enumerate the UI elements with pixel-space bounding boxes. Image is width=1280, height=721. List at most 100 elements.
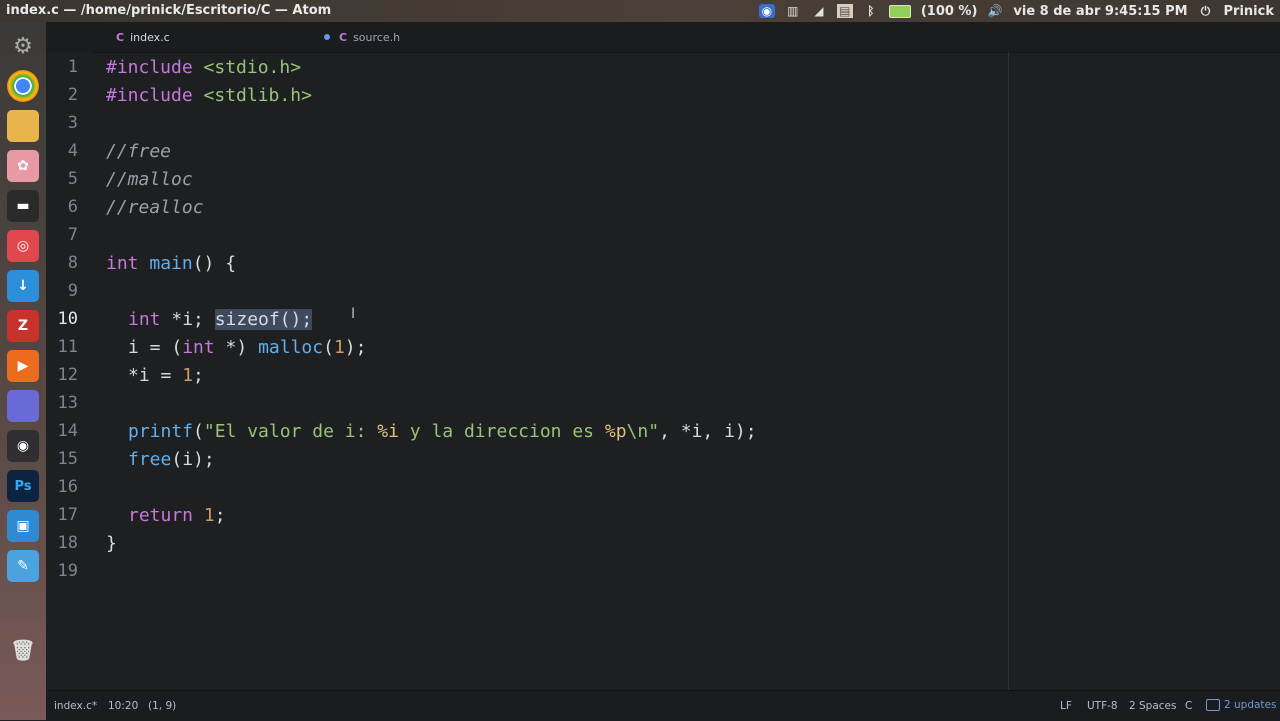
filezilla-icon[interactable]: Z — [7, 310, 39, 342]
code-line-15[interactable]: free(i); — [128, 446, 215, 474]
code-line-2[interactable]: #include <stdlib.h> — [106, 82, 312, 110]
token: (i); — [171, 449, 215, 470]
status-encoding[interactable]: UTF-8 — [1087, 700, 1118, 712]
c-file-icon: C — [116, 30, 125, 44]
token: , *i, i); — [659, 421, 757, 442]
tab-index-c[interactable]: C index.c — [116, 22, 330, 52]
token: int — [128, 309, 161, 330]
bluetooth-icon[interactable]: ᛒ — [863, 4, 879, 18]
token: () { — [192, 253, 237, 274]
ubuntu-store-icon[interactable]: ◎ — [7, 230, 39, 262]
token: i = ( — [128, 337, 183, 358]
status-indentation[interactable]: 2 Spaces — [1129, 700, 1177, 712]
photoshop-icon[interactable]: Ps — [7, 470, 39, 502]
files-icon[interactable] — [7, 110, 39, 142]
line-number: 8 — [67, 253, 78, 273]
c-file-icon: C — [339, 30, 348, 44]
window-icon[interactable]: ▤ — [836, 4, 853, 18]
token: %i — [377, 421, 399, 442]
line-number: 5 — [67, 169, 78, 189]
tab-source-h[interactable]: C source.h — [339, 22, 499, 52]
trash-icon[interactable]: 🗑 — [7, 634, 39, 666]
code-editor[interactable]: #include <stdio.h> #include <stdlib.h> /… — [106, 52, 1006, 690]
package-update-icon — [1206, 699, 1220, 711]
tab-label: index.c — [130, 30, 170, 44]
line-number-gutter: 1 2 3 4 5 6 7 8 9 10 11 12 13 14 15 16 1… — [46, 52, 92, 690]
user-name[interactable]: Prinick — [1224, 4, 1274, 19]
status-selection-count[interactable]: (1, 9) — [148, 700, 176, 712]
token: ( — [193, 421, 204, 442]
code-line-5[interactable]: //malloc — [106, 166, 193, 194]
code-line-14[interactable]: printf("El valor de i: %i y la direccion… — [128, 418, 757, 446]
download-icon[interactable]: ↓ — [7, 270, 39, 302]
token: int — [106, 253, 139, 274]
editor-icon[interactable]: ✎ — [7, 550, 39, 582]
line-number: 17 — [57, 505, 78, 525]
wifi-icon[interactable]: ◢ — [811, 4, 827, 18]
screenshot-icon[interactable]: ▣ — [7, 510, 39, 542]
media-player-icon[interactable]: ▶ — [7, 350, 39, 382]
camera-icon[interactable]: ◉ — [758, 4, 775, 18]
power-icon[interactable]: ⏻ — [1198, 4, 1214, 18]
token: #include — [106, 85, 193, 106]
token: "El valor de i: — [203, 421, 378, 442]
pink-app-icon[interactable]: ✿ — [7, 150, 39, 182]
settings-icon[interactable]: ⚙ — [7, 30, 39, 62]
system-tray: ◉ ▥ ◢ ▤ ᛒ (100 %) 🔊 vie 8 de abr 9:45:15… — [758, 0, 1274, 22]
system-top-panel: index.c — /home/prinick/Escritorio/C — A… — [0, 0, 1280, 22]
code-line-6[interactable]: //realloc — [106, 194, 204, 222]
chart-icon[interactable]: ▥ — [785, 4, 801, 18]
code-line-1[interactable]: #include <stdio.h> — [106, 54, 301, 82]
token: \n" — [626, 421, 660, 442]
clock[interactable]: vie 8 de abr 9:45:15 PM — [1013, 4, 1187, 19]
tab-bar: C index.c C source.h — [46, 22, 1280, 53]
line-number: 12 — [57, 365, 78, 385]
code-line-8[interactable]: int main() { — [106, 250, 236, 278]
terminal-icon[interactable]: ▬ — [7, 190, 39, 222]
line-number: 6 — [67, 197, 78, 217]
code-line-10[interactable]: int *i; sizeof(); — [128, 306, 313, 334]
code-line-4[interactable]: //free — [106, 138, 171, 166]
token: 1 — [182, 365, 194, 386]
volume-icon[interactable]: 🔊 — [987, 4, 1003, 18]
modified-indicator[interactable] — [324, 34, 330, 40]
line-number: 16 — [57, 477, 78, 497]
line-number: 15 — [57, 449, 78, 469]
code-line-17[interactable]: return 1; — [128, 502, 226, 530]
token: ; — [193, 365, 204, 386]
status-grammar[interactable]: C — [1185, 700, 1192, 712]
line-number: 9 — [67, 281, 78, 301]
tab-label: source.h — [353, 30, 401, 44]
line-number-active: 10 — [57, 309, 78, 329]
chrome-icon[interactable] — [7, 70, 39, 102]
line-number: 3 — [67, 113, 78, 133]
status-file-name[interactable]: index.c* — [54, 700, 97, 712]
token: printf — [128, 421, 194, 442]
code-line-11[interactable]: i = (int *) malloc(1); — [128, 334, 366, 362]
status-line-ending[interactable]: LF — [1060, 700, 1072, 712]
status-updates[interactable]: 2 updates — [1206, 699, 1277, 711]
line-number: 19 — [57, 561, 78, 581]
line-number: 11 — [57, 337, 78, 357]
token: <stdlib.h> — [192, 85, 312, 106]
battery-icon[interactable] — [888, 4, 911, 18]
line-number: 13 — [57, 393, 78, 413]
selected-text[interactable]: sizeof(); — [214, 309, 313, 330]
token: free — [128, 449, 172, 470]
battery-percent[interactable]: (100 %) — [921, 4, 978, 19]
status-cursor-position[interactable]: 10:20 — [108, 700, 138, 712]
token: ; — [214, 505, 226, 526]
line-number: 7 — [67, 225, 78, 245]
code-line-12[interactable]: *i = 1; — [128, 362, 204, 390]
token: ( — [323, 337, 334, 358]
token: int — [182, 337, 215, 358]
line-number: 2 — [67, 85, 78, 105]
token: 1 — [203, 505, 215, 526]
workspace-icon[interactable] — [7, 390, 39, 422]
token: *i = — [128, 365, 183, 386]
code-line-18[interactable]: } — [106, 530, 117, 558]
steam-icon[interactable]: ◉ — [7, 430, 39, 462]
token: 1 — [333, 337, 345, 358]
token: y la direccion es — [398, 421, 605, 442]
